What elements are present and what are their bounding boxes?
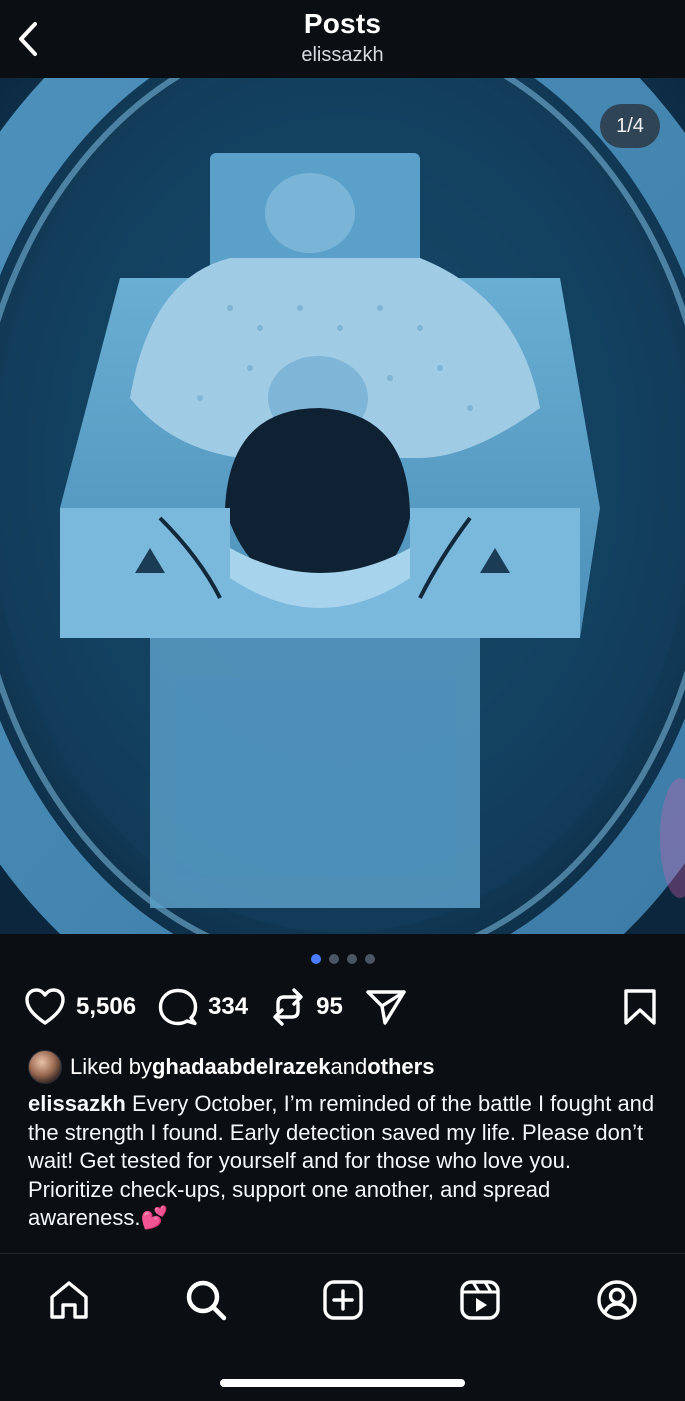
slide-counter: 1/4 [600, 104, 660, 148]
likes-count: 5,506 [76, 993, 137, 1020]
liker-avatar[interactable] [28, 1050, 62, 1084]
search-icon [186, 1280, 227, 1321]
comments-count: 334 [208, 993, 249, 1020]
liked-by-prefix: Liked by [70, 1054, 152, 1079]
home-icon [50, 1281, 88, 1319]
caption-username[interactable]: elissazkh [28, 1091, 126, 1116]
page-title: Posts [303, 8, 382, 39]
plus-square-icon [323, 1280, 363, 1320]
caption-emoji: 💕 [140, 1205, 168, 1230]
profile-icon [597, 1280, 637, 1320]
pagination-dot-4 [364, 954, 375, 964]
header-username[interactable]: elissazkh [0, 44, 685, 67]
comment-icon [158, 988, 198, 1026]
reposts-count: 95 [316, 993, 343, 1020]
like-button[interactable]: 5,506 [24, 987, 136, 1027]
share-button[interactable] [365, 987, 407, 1027]
heart-icon [25, 988, 65, 1025]
post-caption: elissazkh Every October, I’m reminded of… [28, 1090, 658, 1233]
tab-search[interactable] [182, 1276, 230, 1324]
save-button[interactable] [623, 988, 657, 1026]
post-actions: 5,506 334 95 [24, 984, 657, 1030]
comment-button[interactable]: 334 [158, 987, 248, 1027]
liked-by-middle: and [330, 1054, 368, 1079]
tab-create[interactable] [319, 1276, 367, 1324]
post-image [0, 78, 685, 934]
tab-home[interactable] [45, 1276, 93, 1324]
send-icon [366, 990, 406, 1025]
tab-profile[interactable] [593, 1276, 641, 1324]
top-header: Posts elissazkh [0, 0, 685, 78]
pagination-dot-2 [328, 954, 339, 964]
repost-icon [273, 988, 303, 1026]
bookmark-icon [624, 989, 656, 1025]
tab-reels[interactable] [456, 1276, 504, 1324]
home-indicator[interactable] [220, 1379, 465, 1387]
repost-button[interactable]: 95 [270, 987, 343, 1027]
liked-by-line[interactable]: Liked by ghadaabdelrazek and others [28, 1050, 434, 1084]
liked-by-user[interactable]: ghadaabdelrazek [152, 1054, 331, 1080]
pagination-dot-3 [346, 954, 357, 964]
carousel-pagination [0, 954, 685, 964]
post-media[interactable]: 1/4 [0, 78, 685, 934]
liked-by-others[interactable]: others [367, 1054, 434, 1080]
bottom-nav [0, 1253, 685, 1401]
reels-icon [460, 1280, 500, 1320]
pagination-dot-1 [310, 954, 321, 964]
